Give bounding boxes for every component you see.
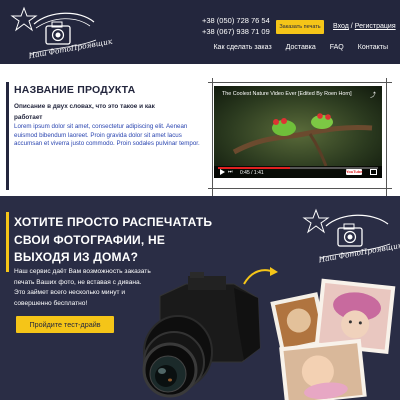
- video-frame-image: [214, 86, 382, 178]
- printed-photos-image: [270, 278, 396, 400]
- video-time: 0:45 / 1:41: [240, 170, 264, 176]
- main-nav: Как сделать заказ Доставка FAQ Контакты: [213, 44, 388, 51]
- product-title: НАЗВАНИЕ ПРОДУКТА: [14, 84, 136, 96]
- nav-faq[interactable]: FAQ: [330, 44, 344, 51]
- play-icon[interactable]: [220, 169, 225, 175]
- nav-how-to-order[interactable]: Как сделать заказ: [213, 44, 271, 51]
- video-player[interactable]: The Coolest Nature Video Ever [Edited By…: [214, 86, 382, 178]
- promo-logo: Наш ФотоПроявщик: [300, 204, 400, 264]
- promo-accent-line: [6, 212, 9, 272]
- phone-list: +38 (050) 728 76 54 +38 (067) 938 71 09: [202, 15, 270, 37]
- fullscreen-icon[interactable]: [370, 169, 377, 175]
- test-drive-button[interactable]: Пройдите тест-драйв: [16, 316, 114, 333]
- nav-delivery[interactable]: Доставка: [286, 44, 316, 51]
- youtube-logo-icon[interactable]: YouTube: [346, 169, 363, 175]
- product-section: НАЗВАНИЕ ПРОДУКТА Описание в двух словах…: [0, 64, 400, 202]
- promo-title: ХОТИТЕ ПРОСТО РАСПЕЧАТАТЬ СВОИ ФОТОГРАФИ…: [14, 215, 213, 264]
- site-logo[interactable]: Наш ФотоПроявщик: [10, 4, 113, 60]
- order-print-button[interactable]: Заказать печать: [276, 20, 324, 34]
- register-link[interactable]: Регистрация: [355, 23, 396, 30]
- auth-separator: /: [350, 23, 353, 30]
- nav-contacts[interactable]: Контакты: [358, 44, 388, 51]
- video-title[interactable]: The Coolest Nature Video Ever [Edited By…: [222, 91, 352, 97]
- section-accent-line: [6, 82, 9, 190]
- video-share-icon[interactable]: ⤴: [370, 90, 376, 99]
- login-link[interactable]: Вход: [333, 23, 349, 30]
- dslr-camera-image: [142, 272, 261, 398]
- auth-links: Вход / Регистрация: [333, 23, 396, 30]
- video-controls: ⏭ 0:45 / 1:41 YouTube: [214, 166, 382, 178]
- phone-number-1[interactable]: +38 (050) 728 76 54: [202, 15, 270, 26]
- promo-section: ХОТИТЕ ПРОСТО РАСПЕЧАТАТЬ СВОИ ФОТОГРАФИ…: [0, 196, 400, 400]
- product-description: Lorem ipsum dolor sit amet, consectetur …: [14, 123, 200, 148]
- next-icon[interactable]: ⏭: [228, 169, 234, 175]
- site-header: Наш ФотоПроявщик +38 (050) 728 76 54 +38…: [0, 0, 400, 64]
- phone-number-2[interactable]: +38 (067) 938 71 09: [202, 26, 270, 37]
- product-subtitle: Описание в двух словах, что это такое и …: [14, 103, 155, 121]
